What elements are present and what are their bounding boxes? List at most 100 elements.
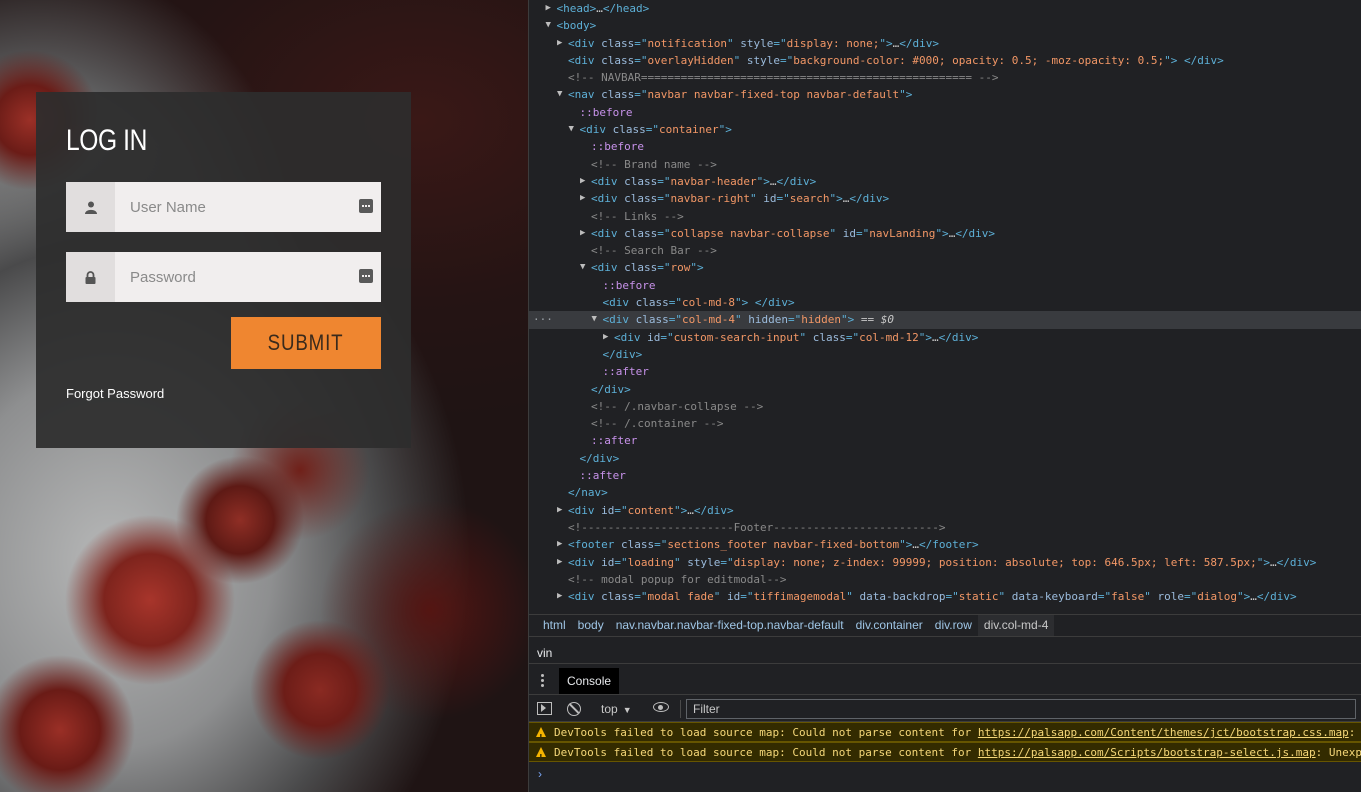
dom-token: =" [657, 192, 671, 206]
dom-token: </div> [1276, 555, 1317, 569]
expand-arrow-icon[interactable]: ▶ [557, 536, 562, 553]
expand-arrow-icon[interactable]: ▶ [546, 0, 551, 17]
expand-arrow-icon[interactable]: ▶ [603, 329, 608, 346]
expand-arrow-icon[interactable]: ▶ [557, 554, 562, 571]
dom-node-line[interactable]: ::after [529, 432, 1361, 449]
dom-search-bar [529, 642, 1361, 664]
dom-node-line[interactable]: </nav> [529, 484, 1361, 501]
expand-arrow-icon[interactable]: ▶ [580, 173, 585, 190]
collapse-arrow-icon[interactable]: ▼ [580, 259, 585, 276]
dom-node-line[interactable]: ::after [529, 363, 1361, 380]
dom-node-line[interactable]: <!-- modal popup for editmodal--> [529, 571, 1361, 588]
dom-node-line[interactable]: ▼ <div class="row"> [529, 259, 1361, 276]
dom-node-line[interactable]: ▶ <div class="navbar-header">…</div> [529, 173, 1361, 190]
dom-token: class [624, 261, 658, 275]
forgot-password-link[interactable]: Forgot Password [66, 386, 164, 401]
console-warning: DevTools failed to load source map: Coul… [529, 742, 1361, 762]
dom-node-line[interactable]: ::before [529, 277, 1361, 294]
expand-arrow-icon[interactable]: ▶ [580, 225, 585, 242]
dom-token: </div> [955, 226, 996, 240]
collapse-arrow-icon[interactable]: ▼ [569, 121, 574, 138]
dom-node-line[interactable]: </div> [529, 381, 1361, 398]
dom-node-line[interactable]: ▼ <nav class="navbar navbar-fixed-top nav… [529, 86, 1361, 103]
dom-node-text: </nav> [568, 484, 608, 501]
context-selector[interactable]: top ▼ [595, 699, 638, 719]
tab-console[interactable]: Console [559, 668, 620, 694]
breadcrumb-item[interactable]: div.row [929, 615, 978, 636]
collapse-arrow-icon[interactable]: ▼ [546, 17, 551, 34]
dom-node-line[interactable]: ▶ <div id="custom-search-input" class="co… [529, 329, 1361, 346]
warning-text: DevTools failed to load source map: Coul… [554, 726, 978, 739]
dom-node-line[interactable]: <!-- Links --> [529, 208, 1361, 225]
submit-button[interactable]: SUBMIT [231, 317, 381, 369]
breadcrumb-item[interactable]: html [537, 615, 572, 636]
dom-token: " [998, 590, 1012, 604]
clear-console-icon[interactable] [567, 702, 581, 716]
dom-node-line[interactable]: ::before [529, 104, 1361, 121]
collapse-arrow-icon[interactable]: ▼ [557, 86, 562, 103]
source-map-link[interactable]: https://palsapp.com/Content/themes/jct/b… [978, 726, 1349, 739]
dom-node-line[interactable]: ··· ▼ <div class="col-md-4" hidden="hidden… [529, 311, 1361, 329]
dom-node-line[interactable]: <!-----------------------Footer---------… [529, 519, 1361, 536]
username-input[interactable] [115, 182, 381, 232]
dom-node-line[interactable]: </div> [529, 346, 1361, 363]
breadcrumb-item[interactable]: nav.navbar.navbar-fixed-top.navbar-defau… [610, 615, 850, 636]
dom-token: <!-- modal popup for editmodal--> [568, 572, 787, 586]
dom-node-line[interactable]: </div> [529, 450, 1361, 467]
eye-icon[interactable] [653, 702, 669, 712]
breadcrumb-item[interactable]: div.container [850, 615, 929, 636]
dom-token: "> </div> [1164, 53, 1224, 67]
sidebar-toggle-icon[interactable] [537, 702, 552, 715]
password-input[interactable] [115, 252, 381, 302]
password-manager-icon[interactable] [359, 199, 373, 213]
dom-node-line[interactable]: <div class="col-md-8"> </div> [529, 294, 1361, 311]
dom-node-line[interactable]: ▶ <div class="modal fade" id="tiffimagemo… [529, 588, 1361, 605]
dom-node-line[interactable]: <!-- Search Bar --> [529, 242, 1361, 259]
dom-node-line[interactable]: ▶ <div class="collapse navbar-collapse" i… [529, 225, 1361, 242]
dom-node-line[interactable]: ▶ <div class="notification" style="displa… [529, 35, 1361, 52]
source-map-link[interactable]: https://palsapp.com/Scripts/bootstrap-se… [978, 746, 1316, 759]
dom-node-text: <div class="notification" style="display… [568, 35, 939, 52]
dom-node-line[interactable]: <!-- Brand name --> [529, 156, 1361, 173]
more-menu-icon[interactable] [541, 674, 544, 688]
dom-token: " [726, 36, 741, 50]
dom-token: role [1157, 590, 1185, 604]
dom-node-line[interactable]: ::before [529, 138, 1361, 155]
console-prompt[interactable]: › [529, 764, 1361, 784]
dom-node-line[interactable]: <div class="overlayHidden" style="backgr… [529, 52, 1361, 69]
dom-token: =" [634, 88, 648, 102]
password-manager-icon[interactable] [359, 269, 373, 283]
dom-node-text: <!-- NAVBAR=============================… [568, 69, 998, 86]
dom-node-line[interactable]: ::after [529, 467, 1361, 484]
dom-node-line[interactable]: <!-- /.container --> [529, 415, 1361, 432]
dom-node-line[interactable]: ▶ <footer class="sections_footer navbar-f… [529, 536, 1361, 553]
dom-node-line[interactable]: <!-- NAVBAR=============================… [529, 69, 1361, 86]
elements-dom-tree[interactable]: ▶ <head>…</head> ▼ <body> ▶ <div class="notif… [529, 0, 1361, 614]
expand-arrow-icon[interactable]: ▶ [580, 190, 585, 207]
console-filter-input[interactable] [686, 699, 1356, 719]
dom-token: =" [1097, 590, 1112, 604]
dom-node-line[interactable]: ▶ <div id="content">…</div> [529, 502, 1361, 519]
dom-node-line[interactable]: <!-- /.navbar-collapse --> [529, 398, 1361, 415]
dom-token: ::before [579, 105, 633, 119]
submit-label: SUBMIT [268, 330, 344, 355]
dom-node-line[interactable]: ▼ <body> [529, 17, 1361, 34]
expand-arrow-icon[interactable]: ▶ [557, 35, 562, 52]
expand-arrow-icon[interactable]: ▶ [557, 588, 562, 605]
breadcrumb-item[interactable]: div.col-md-4 [977, 615, 1055, 636]
dom-token: =" [634, 590, 648, 604]
node-actions-icon[interactable]: ··· [533, 311, 553, 328]
dom-token: <div [602, 313, 636, 327]
breadcrumb-item[interactable]: body [572, 615, 610, 636]
dom-node-line[interactable]: ▶ <head>…</head> [529, 0, 1361, 17]
dom-node-line[interactable]: ▼ <div class="container"> [529, 121, 1361, 138]
dom-node-line[interactable]: ▶ <div id="loading" style="display: none;… [529, 554, 1361, 571]
dom-token: =" [634, 53, 648, 67]
expand-arrow-icon[interactable]: ▶ [557, 502, 562, 519]
dom-search-input[interactable] [533, 643, 1353, 663]
dom-token: =" [779, 53, 794, 67]
collapse-arrow-icon[interactable]: ▼ [592, 311, 597, 328]
login-title: LOG IN [66, 124, 147, 157]
dom-node-line[interactable]: ▶ <div class="navbar-right" id="search">…… [529, 190, 1361, 207]
dom-token: " [799, 330, 813, 344]
